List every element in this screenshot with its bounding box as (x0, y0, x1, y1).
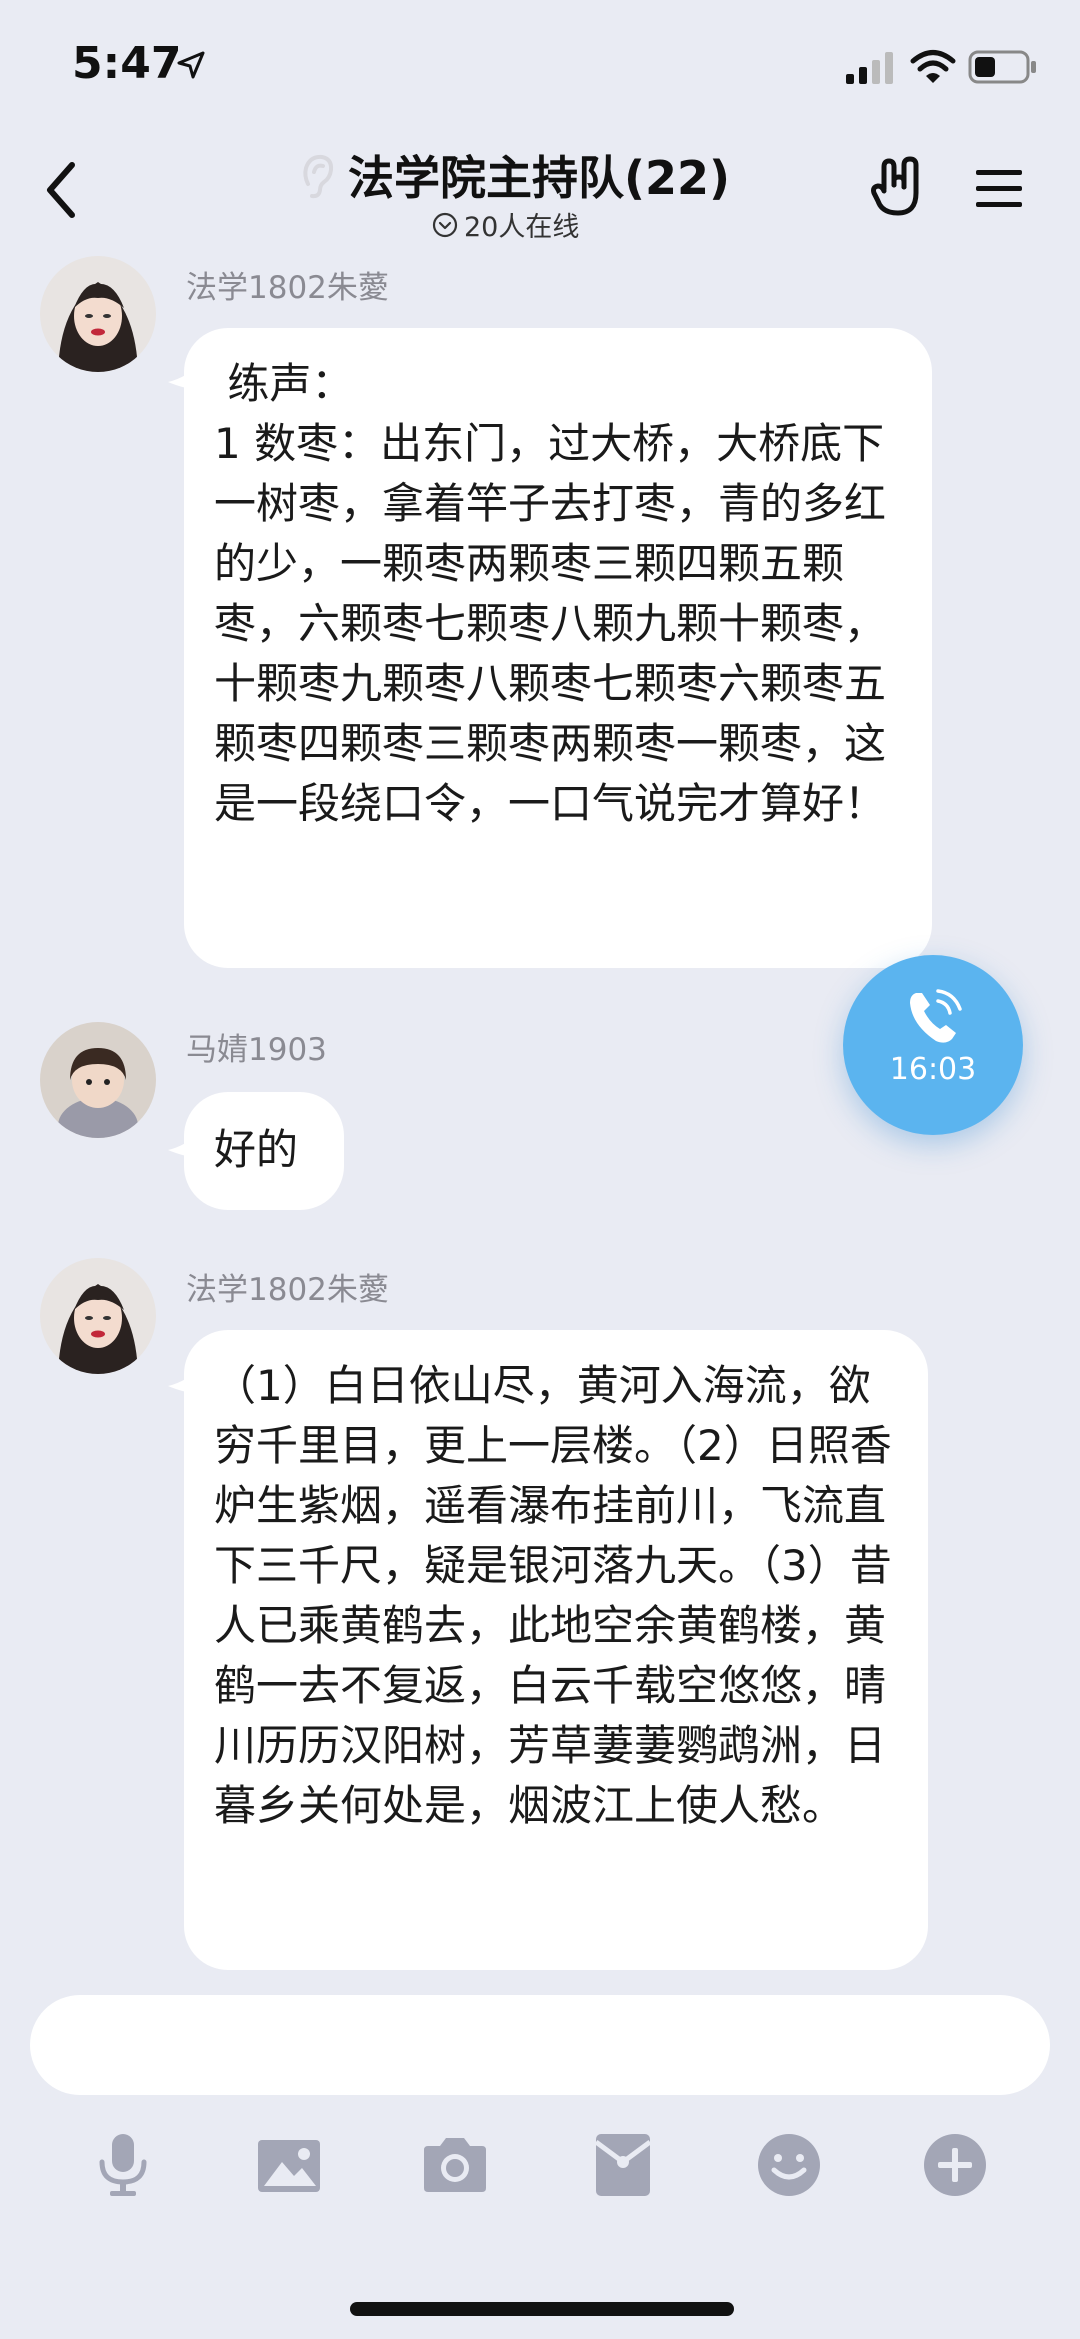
cellular-signal-icon (846, 52, 893, 84)
online-count[interactable]: 20人在线 (432, 205, 579, 244)
avatar[interactable] (40, 1022, 156, 1138)
microphone-icon[interactable] (88, 2130, 158, 2200)
menu-button[interactable] (974, 166, 1024, 212)
avatar[interactable] (40, 1258, 156, 1374)
chevron-circle-icon (432, 212, 458, 237)
home-indicator[interactable] (350, 2302, 734, 2316)
sender-name: 马婧1903 (186, 1032, 327, 1068)
avatar[interactable] (40, 256, 156, 372)
red-packet-icon[interactable] (588, 2130, 658, 2200)
rock-hand-icon[interactable] (870, 155, 930, 221)
message-bubble[interactable]: （1）白日依山尽，黄河入海流，欲穷千里目，更上一层楼。（2）日照香炉生紫烟，遥看… (184, 1330, 928, 1970)
page-title: 法学院主持队(22) (348, 151, 731, 205)
message-bubble[interactable]: 练声： 1 数枣：出东门，过大桥，大桥底下一树枣，拿着竿子去打枣，青的多红的少，… (184, 328, 932, 968)
message-input[interactable] (30, 1995, 1050, 2095)
battery-icon (968, 50, 1036, 84)
status-time: 5:47 (72, 38, 182, 89)
camera-icon[interactable] (420, 2130, 490, 2200)
message-bubble[interactable]: 好的 (184, 1092, 344, 1210)
sender-name: 法学1802朱薆 (186, 270, 389, 306)
phone-icon (910, 989, 962, 1043)
back-button[interactable] (36, 155, 86, 225)
call-duration: 16:03 (889, 1052, 977, 1087)
location-arrow-icon (177, 51, 205, 79)
plus-icon[interactable] (920, 2130, 990, 2200)
sender-name: 法学1802朱薆 (186, 1272, 389, 1308)
ear-icon (303, 154, 334, 199)
wifi-icon (910, 50, 956, 83)
image-icon[interactable] (254, 2130, 324, 2200)
emoji-icon[interactable] (754, 2130, 824, 2200)
online-count-label: 20人在线 (464, 212, 580, 243)
